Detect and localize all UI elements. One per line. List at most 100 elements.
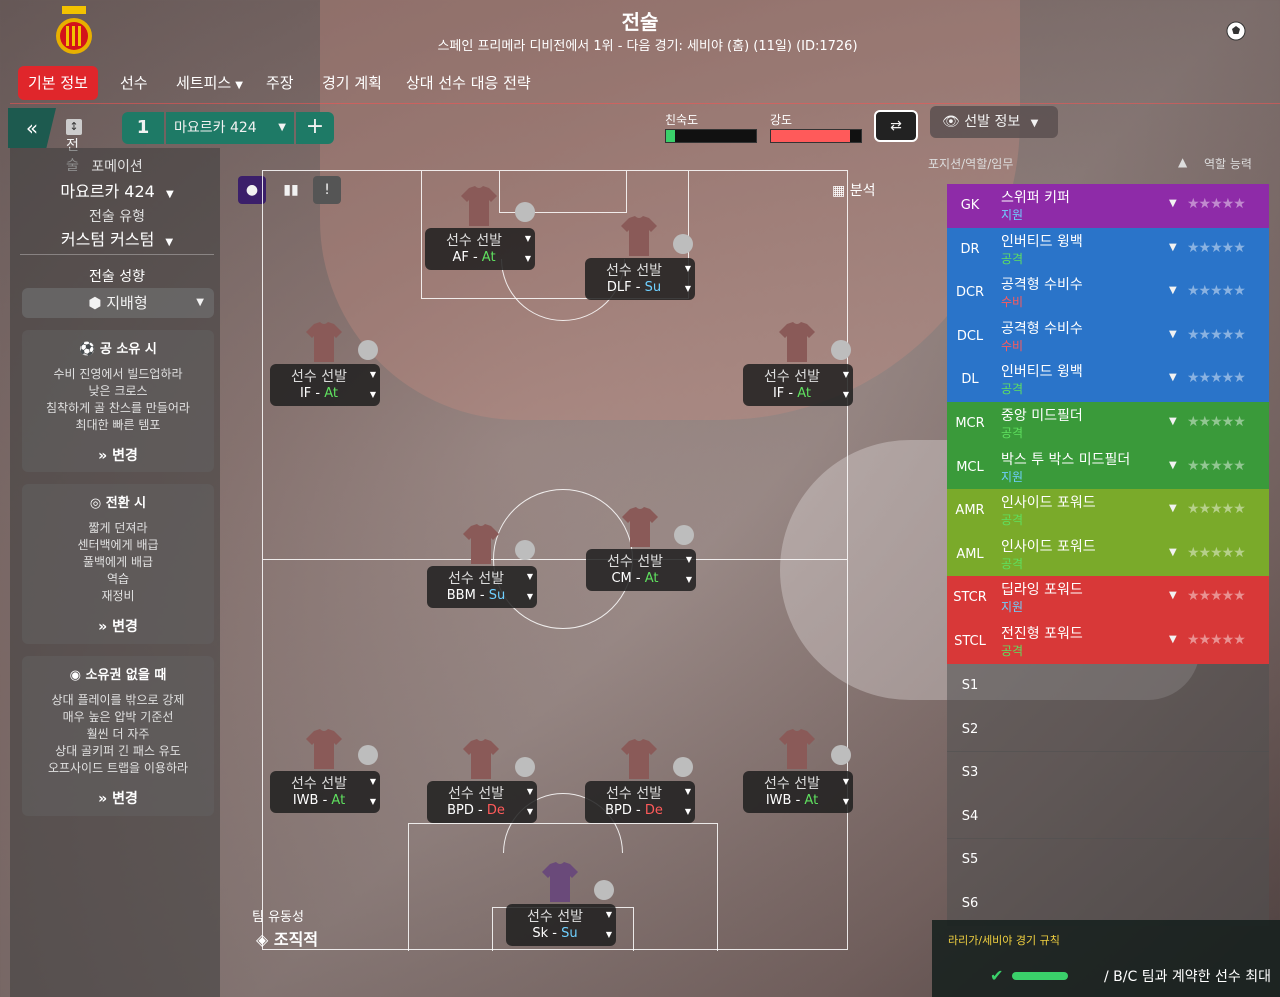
chevron-down-icon[interactable]: ▼ bbox=[1169, 285, 1177, 296]
player-name: 선수 선발 bbox=[448, 786, 504, 802]
chevron-down-icon[interactable]: ▼ bbox=[1169, 198, 1177, 209]
player-card[interactable]: 선수 선발 CM - At ▼ ▼ bbox=[586, 549, 696, 591]
chevron-down-icon[interactable]: ▼ bbox=[1169, 329, 1177, 340]
substitute-row[interactable]: S1 bbox=[947, 664, 1269, 708]
player-slot-af[interactable]: 선수 선발 AF - At ▼ ▼ bbox=[425, 186, 535, 288]
star-rating-icon: ★★★★★ bbox=[1187, 588, 1246, 605]
position-row[interactable]: DCL 공격형 수비수 수비 ▼ ★★★★★ bbox=[947, 314, 1269, 359]
substitute-row[interactable]: S5 bbox=[947, 838, 1269, 883]
player-slot-bbm[interactable]: 선수 선발 BBM - Su ▼ ▼ bbox=[427, 524, 537, 626]
mentality-dropdown[interactable]: ⬢ 지배형 ▼ bbox=[22, 288, 214, 318]
player-name: 선수 선발 bbox=[606, 786, 662, 802]
shirt-icon bbox=[306, 729, 342, 769]
familiarity-meter[interactable] bbox=[665, 129, 757, 143]
player-card[interactable]: 선수 선발 IF - At ▼ ▼ bbox=[743, 364, 853, 406]
tab-overview[interactable]: 기본 정보 bbox=[18, 66, 98, 100]
add-tactic-button[interactable]: + bbox=[296, 112, 334, 144]
position-row[interactable]: AMR 인사이드 포워드 공격 ▼ ★★★★★ bbox=[947, 489, 1269, 534]
instruction-item: 상대 플레이를 밖으로 강제 bbox=[51, 693, 185, 707]
sort-icon[interactable]: ▲ bbox=[1178, 155, 1187, 169]
player-card[interactable]: 선수 선발 IF - At ▼ ▼ bbox=[270, 364, 380, 406]
player-slot-iwb-left[interactable]: 선수 선발 IWB - At ▼ ▼ bbox=[270, 729, 380, 831]
position-row[interactable]: STCL 전진형 포워드 공격 ▼ ★★★★★ bbox=[947, 620, 1269, 664]
player-slot-if-right[interactable]: 선수 선발 IF - At ▼ ▼ bbox=[743, 322, 853, 424]
player-role: CM - At bbox=[611, 571, 659, 586]
role-name: 전진형 포워드 bbox=[1001, 626, 1083, 642]
football-icon[interactable] bbox=[1225, 20, 1247, 42]
player-slot-cm[interactable]: 선수 선발 CM - At ▼ ▼ bbox=[586, 507, 696, 609]
chevron-down-icon[interactable]: ▼ bbox=[1169, 242, 1177, 253]
position-row[interactable]: MCR 중앙 미드필더 공격 ▼ ★★★★★ bbox=[947, 402, 1269, 446]
player-card[interactable]: 선수 선발 AF - At ▼ ▼ bbox=[425, 228, 535, 270]
tactic-selector[interactable]: 마요르카 424 ▼ bbox=[166, 112, 294, 144]
chevron-down-icon[interactable]: ▼ bbox=[1169, 416, 1177, 427]
change-label: 변경 bbox=[112, 619, 138, 635]
position-code: STCL bbox=[954, 634, 986, 649]
player-slot-dlf[interactable]: 선수 선발 DLF - Su ▼ ▼ bbox=[585, 216, 695, 318]
change-button[interactable]: » 변경 bbox=[22, 616, 214, 636]
intensity-meter[interactable] bbox=[770, 129, 862, 143]
substitute-row[interactable]: S2 bbox=[947, 707, 1269, 752]
tab-opposition-instructions[interactable]: 상대 선수 대응 전략 bbox=[396, 66, 541, 100]
chevron-down-icon: ▼ bbox=[278, 122, 286, 133]
player-card[interactable]: 선수 선발 BPD - De ▼ ▼ bbox=[427, 781, 537, 823]
substitute-row[interactable]: S3 bbox=[947, 751, 1269, 796]
chevron-down-icon: ▼ bbox=[369, 370, 376, 379]
player-card[interactable]: 선수 선발 BBM - Su ▼ ▼ bbox=[427, 566, 537, 608]
position-row[interactable]: GK 스위퍼 키퍼 지원 ▼ ★★★★★ bbox=[947, 184, 1269, 228]
change-button[interactable]: » 변경 bbox=[22, 788, 214, 808]
sub-slot-code: S4 bbox=[961, 808, 979, 824]
tactic-slot-number[interactable]: 1 bbox=[122, 112, 164, 144]
substitute-row[interactable]: S4 bbox=[947, 794, 1269, 839]
tactic-style-dropdown[interactable]: 커스텀 커스텀 ▼ bbox=[10, 226, 224, 250]
player-slot-iwb-right[interactable]: 선수 선발 IWB - At ▼ ▼ bbox=[743, 729, 853, 831]
position-row[interactable]: AML 인사이드 포워드 공격 ▼ ★★★★★ bbox=[947, 532, 1269, 577]
chevron-down-icon[interactable]: ▼ bbox=[1169, 590, 1177, 601]
change-button[interactable]: » 변경 bbox=[22, 445, 214, 465]
shirt-icon bbox=[463, 524, 499, 564]
chevron-down-icon[interactable]: ▼ bbox=[1169, 372, 1177, 383]
swap-button[interactable]: ⇄ bbox=[874, 110, 918, 142]
duty-code: At bbox=[331, 793, 346, 808]
tab-set-pieces[interactable]: 세트피스 ▼ bbox=[166, 66, 253, 100]
player-slot-sk[interactable]: 선수 선발 Sk - Su ▼ ▼ bbox=[506, 862, 616, 964]
chevron-down-icon[interactable]: ▼ bbox=[1169, 460, 1177, 471]
team-fluidity-value: ◈ 조직적 bbox=[256, 926, 318, 950]
instruction-item: 오프사이드 트랩을 이용하라 bbox=[47, 761, 189, 775]
defend-icon: ◉ bbox=[69, 668, 81, 683]
position-code: STCR bbox=[953, 590, 987, 606]
player-card[interactable]: 선수 선발 BPD - De ▼ ▼ bbox=[585, 781, 695, 823]
position-row[interactable]: DL 인버티드 윙백 공격 ▼ ★★★★★ bbox=[947, 358, 1269, 403]
chevron-down-icon[interactable]: ▼ bbox=[1169, 547, 1177, 558]
player-slot-if-left[interactable]: 선수 선발 IF - At ▼ ▼ bbox=[270, 322, 380, 424]
duty-label: 지원 bbox=[1001, 600, 1024, 615]
tactic-style-value: 커스텀 커스텀 bbox=[60, 230, 155, 249]
player-slot-bpd-right[interactable]: 선수 선발 BPD - De ▼ ▼ bbox=[427, 739, 537, 841]
duty-label: 수비 bbox=[1001, 295, 1024, 310]
role-code: IWB bbox=[765, 793, 792, 808]
lineup-info-dropdown[interactable]: 👁 선발 정보 ▼ bbox=[930, 106, 1058, 138]
familiarity-fill bbox=[666, 130, 675, 142]
position-row[interactable]: DCR 공격형 수비수 수비 ▼ ★★★★★ bbox=[947, 271, 1269, 316]
player-card[interactable]: 선수 선발 IWB - At ▼ ▼ bbox=[270, 771, 380, 813]
player-card[interactable]: 선수 선발 IWB - At ▼ ▼ bbox=[743, 771, 853, 813]
formation-dropdown[interactable]: 마요르카 424 ▼ bbox=[10, 178, 224, 202]
chevron-down-icon: ▼ bbox=[685, 575, 692, 584]
player-card[interactable]: 선수 선발 Sk - Su ▼ ▼ bbox=[506, 904, 616, 946]
instruction-item: 풀백에게 배급 bbox=[82, 555, 154, 569]
position-row[interactable]: DR 인버티드 윙백 공격 ▼ ★★★★★ bbox=[947, 227, 1269, 272]
player-name: 선수 선발 bbox=[291, 369, 347, 385]
player-slot-bpd-left[interactable]: 선수 선발 BPD - De ▼ ▼ bbox=[585, 739, 695, 841]
position-row[interactable]: STCR 딥라잉 포워드 지원 ▼ ★★★★★ bbox=[947, 576, 1269, 621]
chevron-down-icon[interactable]: ▼ bbox=[1169, 503, 1177, 514]
chevron-down-icon[interactable]: ▼ bbox=[1169, 634, 1177, 645]
tab-captains[interactable]: 주장 bbox=[256, 66, 304, 100]
chevron-down-icon: ▼ bbox=[684, 787, 691, 796]
tab-match-plans[interactable]: 경기 계획 bbox=[312, 66, 392, 100]
player-card[interactable]: 선수 선발 DLF - Su ▼ ▼ bbox=[585, 258, 695, 300]
divider bbox=[20, 254, 214, 255]
position-row[interactable]: MCL 박스 투 박스 미드필더 지원 ▼ ★★★★★ bbox=[947, 445, 1269, 490]
duty-code: At bbox=[481, 250, 496, 265]
familiarity-label: 친숙도 bbox=[665, 113, 699, 127]
tab-players[interactable]: 선수 bbox=[110, 66, 158, 100]
